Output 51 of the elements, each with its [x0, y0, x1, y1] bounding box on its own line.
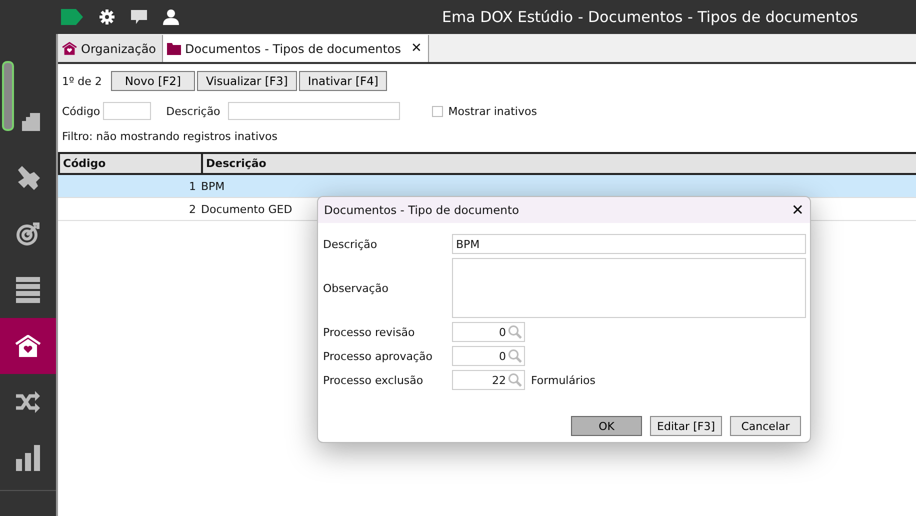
- field-label: Processo exclusão: [323, 374, 424, 386]
- close-tab-button[interactable]: ✕: [411, 41, 422, 56]
- code-field[interactable]: [103, 102, 152, 120]
- column-header[interactable]: Código: [60, 154, 203, 173]
- filter-note: Filtro: não mostrando registros inativos: [62, 130, 279, 145]
- field-label: Processo revisão: [323, 326, 416, 338]
- settings-icon[interactable]: [99, 9, 115, 25]
- lookup-description: Formulários: [531, 374, 596, 386]
- bar-chart-icon: [16, 445, 40, 471]
- table-cell: BPM: [201, 180, 225, 192]
- column-header[interactable]: Descrição: [203, 154, 916, 173]
- description-field[interactable]: BPM: [452, 234, 806, 254]
- tab[interactable]: Documentos - Tipos de documentos ✕: [163, 35, 429, 62]
- toolbar-button[interactable]: Visualizar [F3]: [196, 71, 297, 91]
- lookup-field[interactable]: 0: [452, 322, 525, 342]
- home-heart-icon: [62, 42, 77, 55]
- tab[interactable]: Organização: [58, 35, 164, 62]
- checkbox-label: Mostrar inativos: [448, 104, 537, 118]
- folder-icon: [167, 42, 182, 54]
- window-title: Ema DOX Estúdio - Documentos - Tipos de documentos: [442, 8, 858, 26]
- dialog-button[interactable]: Cancelar: [730, 416, 801, 436]
- checkbox[interactable]: [432, 106, 444, 116]
- field-label: Código: [62, 104, 100, 118]
- field-label: Descrição: [166, 104, 220, 118]
- close-button[interactable]: ✕: [791, 201, 804, 219]
- shuffle-icon: [16, 391, 40, 413]
- observation-field[interactable]: [452, 258, 806, 318]
- record-position: 1º de 2: [62, 74, 102, 88]
- table-cell-text: 1: [188, 180, 197, 192]
- lookup-field[interactable]: 22: [452, 370, 525, 390]
- field-label: Observação: [323, 282, 390, 294]
- scroll-handle[interactable]: [2, 61, 14, 131]
- table-row[interactable]: 1 BPM: [58, 175, 916, 198]
- field-label: Processo aprovação: [323, 350, 434, 362]
- sidebar-item[interactable]: [0, 318, 56, 374]
- toolbar-button[interactable]: Inativar [F4]: [298, 71, 388, 91]
- table-cell: Documento GED: [201, 202, 292, 216]
- dialog-title: Documentos - Tipo de documento: [324, 203, 520, 217]
- target-icon: [16, 222, 40, 246]
- field-label: Descrição: [323, 238, 378, 250]
- user-icon[interactable]: [163, 9, 179, 25]
- description-field[interactable]: [228, 102, 400, 120]
- dialog-button[interactable]: OK: [571, 416, 642, 436]
- toolbar-button[interactable]: Novo [F2]: [110, 71, 195, 91]
- chat-icon[interactable]: [131, 10, 147, 24]
- dialog-button[interactable]: Editar [F3]: [650, 416, 722, 436]
- tag-icon[interactable]: [61, 9, 83, 25]
- lookup-field[interactable]: 0: [452, 346, 525, 366]
- home-heart-icon: [15, 335, 41, 357]
- list-icon: [16, 277, 40, 303]
- table-cell-text: 2: [188, 202, 197, 216]
